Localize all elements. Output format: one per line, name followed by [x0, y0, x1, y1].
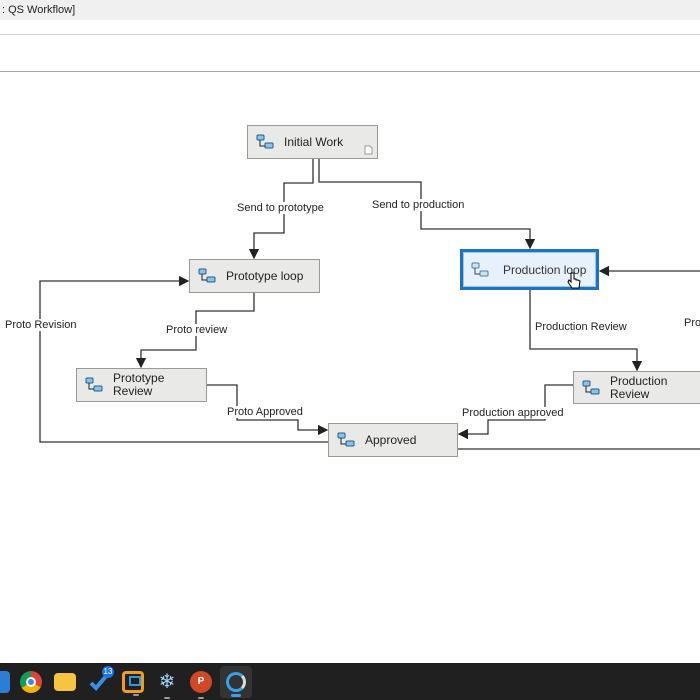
node-label: Production Review: [610, 373, 668, 401]
windows-start-icon[interactable]: [0, 671, 10, 693]
notification-badge: 13: [102, 666, 114, 678]
remote-desktop-icon[interactable]: [122, 671, 144, 696]
edge-label: Pro: [683, 317, 700, 329]
node-initial-work[interactable]: Initial Work: [247, 125, 378, 159]
workflow-step-icon: [471, 262, 489, 276]
file-explorer-icon[interactable]: [54, 673, 76, 691]
edge-label: Proto Approved: [226, 406, 304, 418]
workflow-step-icon: [582, 380, 600, 394]
node-label: Approved: [365, 433, 417, 447]
workflow-step-icon: [256, 134, 274, 149]
workflow-step-icon: [85, 377, 103, 392]
chrome-icon[interactable]: [20, 671, 42, 693]
node-production-loop[interactable]: Production loop: [460, 249, 599, 290]
snowflake-icon[interactable]: ❄: [156, 671, 178, 699]
document-icon: [364, 145, 373, 155]
edge-label: Send to production: [371, 199, 466, 211]
powerpoint-icon[interactable]: P: [190, 671, 212, 699]
hand-cursor-icon: [567, 272, 581, 289]
edge-label: Proto Revision: [4, 319, 78, 331]
workflow-step-icon: [337, 432, 355, 447]
edge-label: Send to prototype: [236, 202, 325, 214]
node-label: Initial Work: [284, 135, 344, 149]
edge-label: Proto review: [165, 324, 229, 336]
workflow-app-icon[interactable]: [220, 666, 252, 698]
edge-label: Production approved: [461, 407, 565, 419]
workflow-step-icon: [198, 268, 216, 283]
taskbar: 13 ❄ P: [0, 663, 700, 700]
edge-label: Production Review: [534, 321, 628, 333]
vscode-icon[interactable]: 13: [88, 666, 114, 693]
node-prototype-loop[interactable]: Prototype loop: [189, 259, 320, 293]
node-label: Prototype loop: [226, 269, 304, 283]
node-approved[interactable]: Approved: [328, 423, 458, 457]
node-prototype-review[interactable]: Prototype Review: [76, 368, 207, 402]
node-label: Prototype Review: [113, 371, 165, 398]
node-production-review[interactable]: Production Review: [573, 371, 700, 404]
